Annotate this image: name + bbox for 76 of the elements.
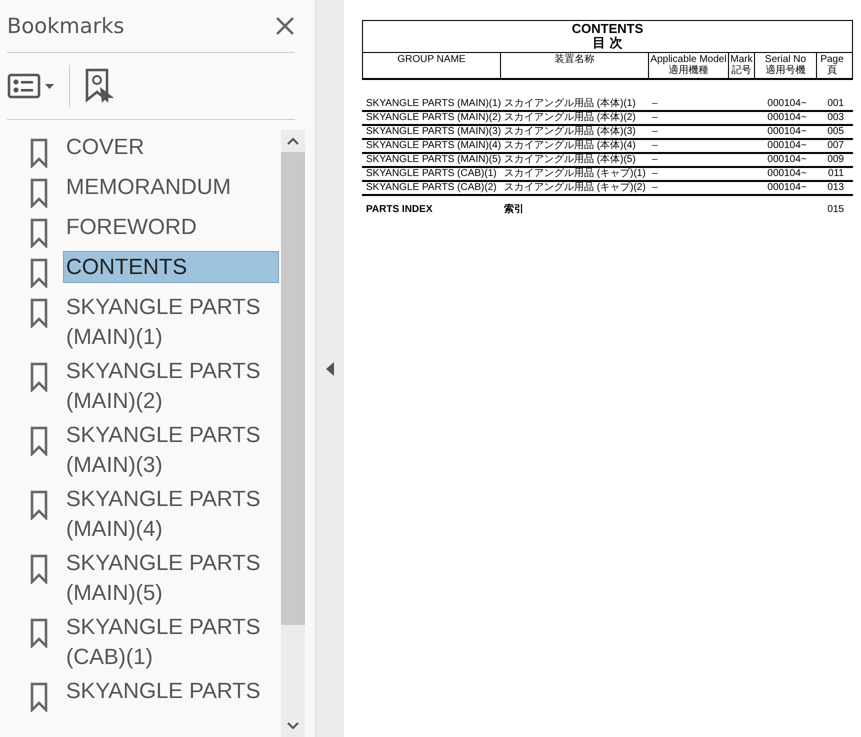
table-cell-text: SKYANGLE PARTS (MAIN)(3) <box>365 126 500 138</box>
bookmark-icon <box>30 218 48 248</box>
bookmark-icon <box>30 178 48 208</box>
column-header: GROUP NAME <box>363 52 501 78</box>
bookmark-icon <box>30 618 48 648</box>
table-cell-text: – <box>651 112 659 124</box>
table-cell-text: スカイアングル用品 (キャブ)(2) <box>503 182 647 194</box>
table-cell-text: 000104~ <box>766 140 808 152</box>
column-header: 装置名称 <box>501 52 649 78</box>
document-title: CONTENTS <box>572 22 644 36</box>
column-header: Applicable Model 適用機種 <box>649 52 729 78</box>
table-cell-text: スカイアングル用品 (本体)(5) <box>503 154 637 166</box>
column-header: Mark 記号 <box>729 52 755 78</box>
column-header: Page 頁 <box>819 52 845 78</box>
table-cell-text: – <box>651 126 659 138</box>
close-icon[interactable] <box>275 16 295 36</box>
table-cell-text: SKYANGLE PARTS (MAIN)(2) <box>365 112 500 124</box>
table-cell-text: SKYANGLE PARTS (MAIN)(5) <box>365 154 500 166</box>
scrollbar[interactable] <box>281 130 305 737</box>
table-cell-text: 000104~ <box>766 126 808 138</box>
table-cell-text: 003 <box>826 112 845 124</box>
panel-title: Bookmarks <box>7 14 124 38</box>
bookmark-item[interactable]: SKYANGLE PARTS (MAIN)(2) <box>64 356 268 416</box>
bookmark-item[interactable]: CONTENTS <box>64 252 278 282</box>
document-subtitle: 目 次 <box>592 36 622 51</box>
bookmark-icon <box>30 682 48 712</box>
scroll-down-icon[interactable] <box>286 721 300 731</box>
bookmark-item[interactable]: SKYANGLE PARTS (CAB)(1) <box>64 612 268 672</box>
bookmark-icon <box>30 554 48 584</box>
options-icon[interactable] <box>7 72 55 100</box>
bookmark-item[interactable]: SKYANGLE PARTS (MAIN)(1) <box>64 292 268 352</box>
table-cell-text: SKYANGLE PARTS (CAB)(2) <box>365 182 498 194</box>
table-cell-text: 000104~ <box>766 154 808 166</box>
table-cell-text: スカイアングル用品 (本体)(1) <box>503 98 637 110</box>
table-cell-text: スカイアングル用品 (本体)(2) <box>503 112 637 124</box>
table-cell-text: 015 <box>826 204 845 216</box>
table-cell-text: スカイアングル用品 (本体)(3) <box>503 126 637 138</box>
table-cell-text: 000104~ <box>766 98 808 110</box>
table-cell-text: SKYANGLE PARTS (MAIN)(1) <box>365 98 500 110</box>
table-cell-text: 000104~ <box>766 168 808 180</box>
table-cell-text: 007 <box>826 140 845 152</box>
scroll-up-icon[interactable] <box>286 136 300 146</box>
column-header: Serial No 適用号機 <box>755 52 817 78</box>
bookmark-item[interactable]: COVER <box>64 132 268 162</box>
table-cell-text: SKYANGLE PARTS (MAIN)(4) <box>365 140 500 152</box>
bookmark-item[interactable]: SKYANGLE PARTS (MAIN)(5) <box>64 548 268 608</box>
bookmark-icon <box>30 258 48 288</box>
table-cell-text: スカイアングル用品 (キャブ)(1) <box>503 168 647 180</box>
bookmark-item[interactable]: SKYANGLE PARTS <box>64 676 268 706</box>
collapse-icon[interactable] <box>325 360 335 376</box>
table-cell-text: 001 <box>826 98 845 110</box>
table-cell-text: 索引 <box>503 204 525 216</box>
scrollbar-thumb[interactable] <box>281 152 305 625</box>
bookmark-icon <box>30 138 48 168</box>
table-cell-text: 011 <box>827 168 845 180</box>
table-cell-text: 000104~ <box>766 182 808 194</box>
table-cell-text: スカイアングル用品 (本体)(4) <box>503 140 637 152</box>
bookmark-item[interactable]: FOREWORD <box>64 212 268 242</box>
table-cell-text: – <box>651 98 659 110</box>
table-cell-text: 009 <box>826 154 845 166</box>
table-cell-text: – <box>651 154 659 166</box>
bookmark-item[interactable]: MEMORANDUM <box>64 172 268 202</box>
table-cell-text: – <box>651 168 659 180</box>
table-cell-text: 013 <box>826 182 845 194</box>
bookmark-icon <box>30 298 48 328</box>
table-cell-text: 005 <box>826 126 845 138</box>
table-cell-text: 000104~ <box>766 112 808 124</box>
table-cell-text: PARTS INDEX <box>365 204 434 216</box>
bookmark-icon <box>30 426 48 456</box>
table-cell-text: – <box>651 182 659 194</box>
bookmark-item[interactable]: SKYANGLE PARTS (MAIN)(3) <box>64 420 268 480</box>
table-cell-text: SKYANGLE PARTS (CAB)(1) <box>365 168 498 180</box>
bookmark-icon <box>30 490 48 520</box>
bookmark-icon <box>30 362 48 392</box>
table-cell-text: – <box>651 140 659 152</box>
bookmark-item[interactable]: SKYANGLE PARTS (MAIN)(4) <box>64 484 268 544</box>
